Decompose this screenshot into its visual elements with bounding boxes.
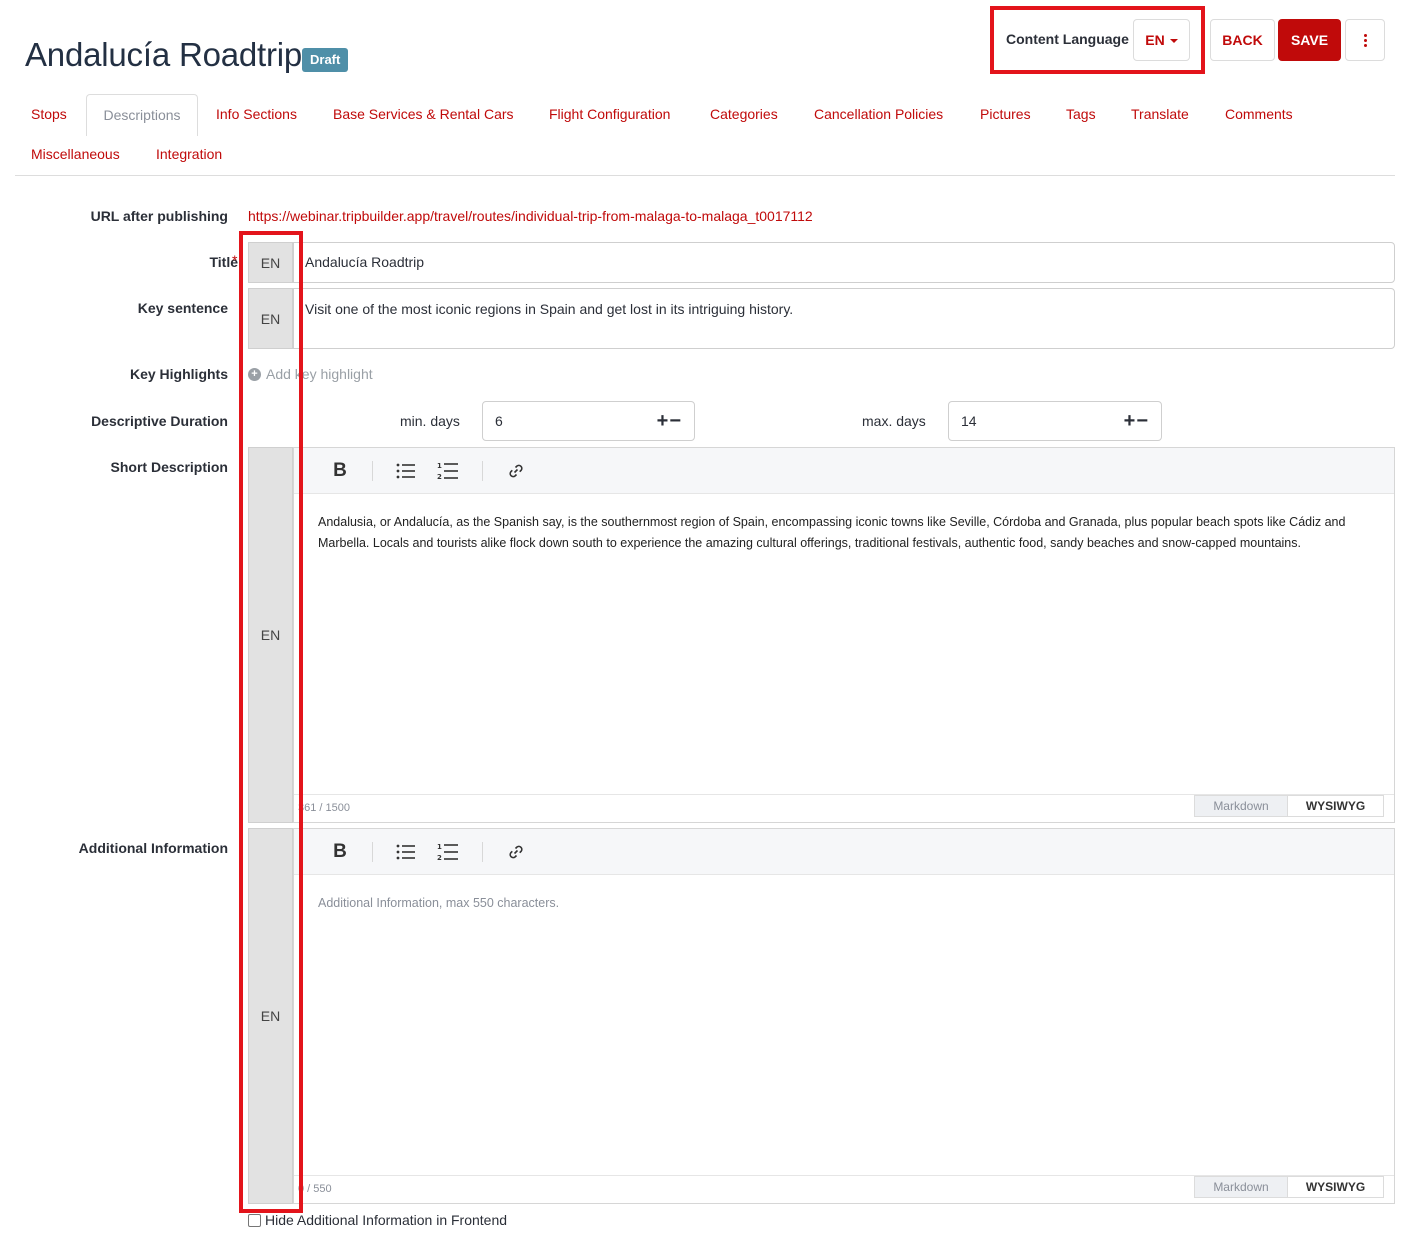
tab-categories[interactable]: Categories — [710, 94, 778, 134]
max-days-input[interactable]: 14 +− — [948, 401, 1162, 441]
ordered-list-icon[interactable]: 12 — [437, 460, 459, 482]
back-button[interactable]: BACK — [1210, 19, 1275, 61]
short-description-text: Andalusia, or Andalucía, as the Spanish … — [318, 515, 1346, 550]
wysiwyg-mode-button[interactable]: WYSIWYG — [1288, 795, 1384, 817]
tab-base-services[interactable]: Base Services & Rental Cars — [333, 94, 514, 134]
tab-tags[interactable]: Tags — [1066, 94, 1096, 134]
min-days-input[interactable]: 6 +− — [482, 401, 695, 441]
tab-flight-configuration[interactable]: Flight Configuration — [549, 94, 670, 134]
editor-toolbar: B 12 — [294, 829, 1394, 875]
tab-translate[interactable]: Translate — [1131, 94, 1189, 134]
tab-stops[interactable]: Stops — [31, 94, 67, 134]
bullet-list-icon[interactable] — [395, 460, 417, 482]
key-sentence-textarea[interactable]: Visit one of the most iconic regions in … — [293, 288, 1395, 349]
ordered-list-icon[interactable]: 12 — [437, 841, 459, 863]
published-url-link[interactable]: https://webinar.tripbuilder.app/travel/r… — [248, 208, 813, 224]
page-title: Andalucía Roadtrip — [25, 36, 303, 73]
content-language-label: Content Language — [1006, 31, 1129, 47]
markdown-mode-button[interactable]: Markdown — [1194, 1176, 1288, 1198]
min-days-stepper[interactable]: +− — [657, 410, 682, 433]
character-count: 361 / 1500 — [298, 802, 350, 814]
additional-information-label: Additional Information — [78, 840, 228, 856]
short-description-editor[interactable]: B 12 Andalusia, or Andalucía, as the Spa… — [293, 447, 1395, 823]
svg-text:1: 1 — [437, 462, 442, 470]
tab-pictures[interactable]: Pictures — [980, 94, 1031, 134]
tab-info-sections[interactable]: Info Sections — [216, 94, 297, 134]
caret-down-icon — [1169, 39, 1178, 43]
svg-text:2: 2 — [437, 473, 442, 481]
character-count: 0 / 550 — [298, 1183, 332, 1195]
additional-information-editor[interactable]: B 12 Additional Information, max 550 cha… — [293, 828, 1395, 1204]
tab-descriptions[interactable]: Descriptions — [86, 94, 198, 136]
svg-text:1: 1 — [437, 843, 442, 851]
more-options-button[interactable] — [1345, 19, 1385, 61]
tab-miscellaneous[interactable]: Miscellaneous — [31, 134, 120, 174]
descriptive-duration-label: Descriptive Duration — [91, 413, 228, 429]
short-description-label: Short Description — [110, 459, 228, 475]
language-addon-highlight — [239, 231, 303, 1213]
max-days-label: max. days — [862, 413, 926, 429]
status-badge: Draft — [302, 48, 349, 72]
link-icon[interactable] — [505, 460, 527, 482]
editor-footer: 361 / 1500 Markdown WYSIWYG — [294, 794, 1394, 822]
tab-integration[interactable]: Integration — [156, 134, 222, 174]
content-language-value: EN — [1145, 32, 1165, 48]
title-input[interactable]: Andalucía Roadtrip — [293, 242, 1395, 283]
markdown-mode-button[interactable]: Markdown — [1194, 795, 1288, 817]
min-days-label: min. days — [400, 413, 460, 429]
svg-text:2: 2 — [437, 854, 442, 862]
bold-button[interactable]: B — [329, 841, 351, 863]
hide-additional-information-option[interactable]: Hide Additional Information in Frontend — [248, 1212, 507, 1228]
max-days-stepper[interactable]: +− — [1124, 410, 1149, 433]
key-sentence-label: Key sentence — [137, 300, 228, 316]
tabs-divider — [15, 175, 1395, 176]
vertical-dots-icon — [1363, 33, 1367, 37]
key-highlights-label: Key Highlights — [129, 366, 228, 382]
link-icon[interactable] — [505, 841, 527, 863]
required-mark: * — [232, 252, 238, 268]
save-button[interactable]: SAVE — [1278, 19, 1341, 61]
additional-information-placeholder: Additional Information, max 550 characte… — [318, 896, 560, 910]
bullet-list-icon[interactable] — [395, 841, 417, 863]
bold-button[interactable]: B — [329, 460, 351, 482]
tab-cancellation-policies[interactable]: Cancellation Policies — [814, 94, 943, 134]
hide-additional-information-checkbox[interactable] — [248, 1213, 261, 1227]
wysiwyg-mode-button[interactable]: WYSIWYG — [1288, 1176, 1384, 1198]
editor-footer: 0 / 550 Markdown WYSIWYG — [294, 1175, 1394, 1203]
url-label: URL after publishing — [90, 208, 228, 224]
tab-comments[interactable]: Comments — [1225, 94, 1293, 134]
content-language-dropdown[interactable]: EN — [1133, 19, 1190, 61]
editor-toolbar: B 12 — [294, 448, 1394, 494]
